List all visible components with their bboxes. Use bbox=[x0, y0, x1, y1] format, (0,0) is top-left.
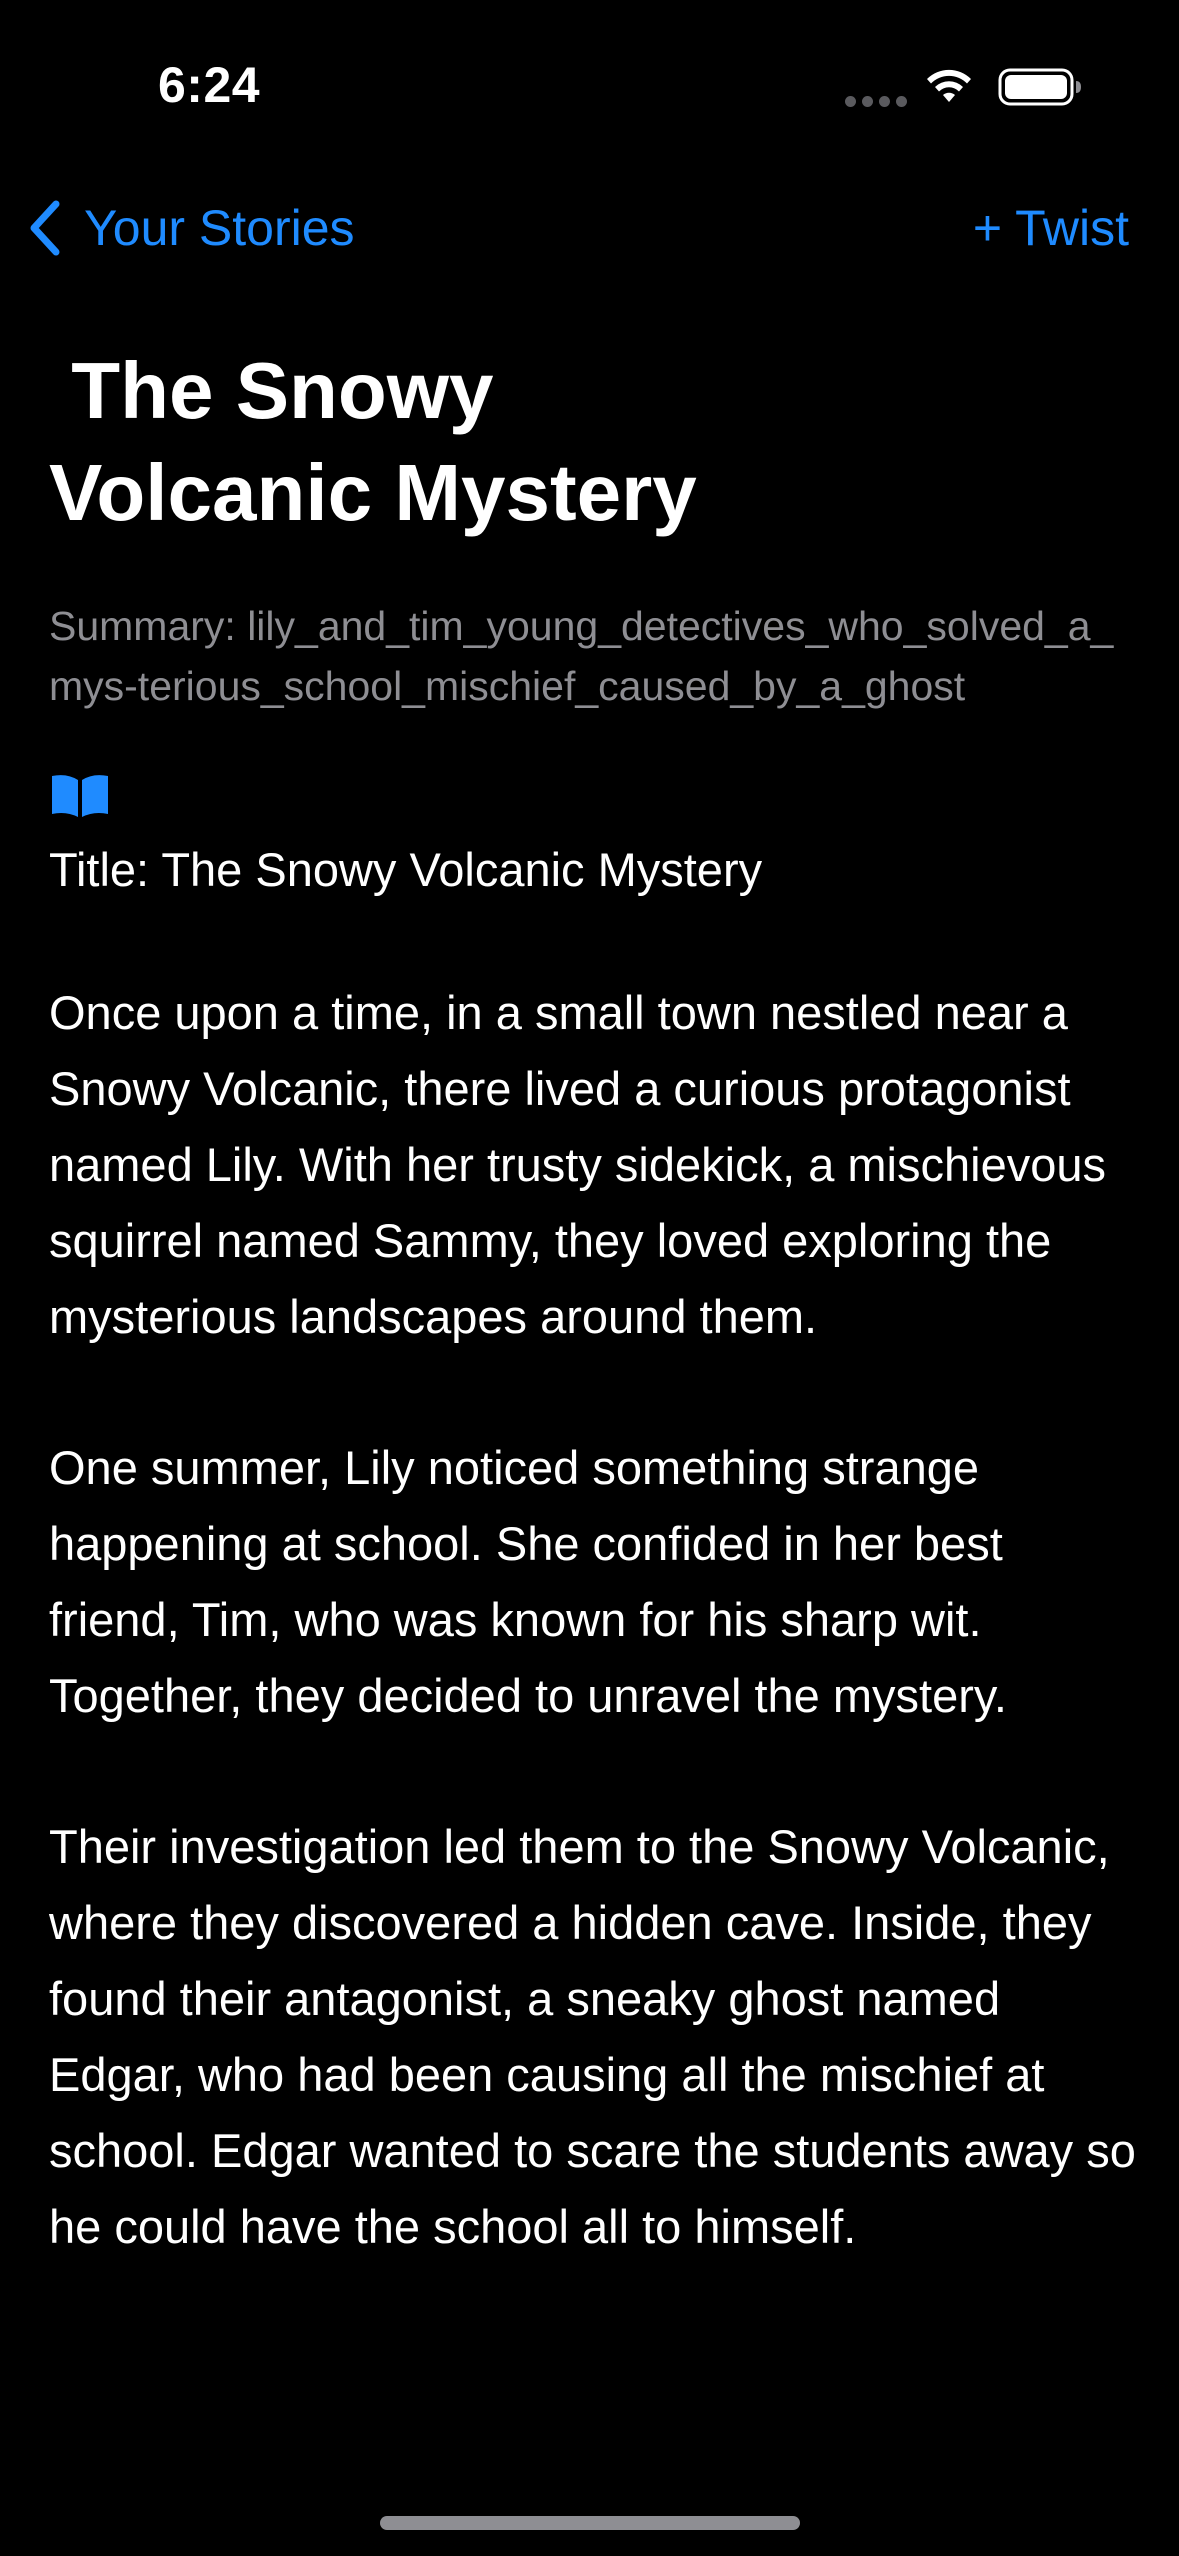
story-title-line: Title: The Snowy Volcanic Mystery bbox=[49, 843, 763, 896]
chevron-left-icon bbox=[30, 200, 60, 256]
home-indicator[interactable] bbox=[380, 2516, 800, 2530]
story-content: The Snowy Volcanic Mystery Summary: lily… bbox=[49, 340, 1139, 2265]
battery-icon bbox=[998, 68, 1081, 106]
wifi-icon bbox=[927, 69, 971, 102]
status-bar: 6:24 bbox=[0, 0, 1179, 170]
page-title: The Snowy Volcanic Mystery bbox=[49, 346, 697, 537]
back-button-label: Your Stories bbox=[84, 200, 355, 256]
story-paragraph-3: Their investigation led them to the Snow… bbox=[49, 1820, 1136, 2253]
back-button[interactable]: Your Stories bbox=[24, 190, 355, 266]
story-summary: Summary: lily_and_tim_young_detectives_w… bbox=[49, 603, 1114, 709]
add-twist-button[interactable]: + Twist bbox=[973, 190, 1129, 266]
story-paragraph-2: One summer, Lily noticed something stran… bbox=[49, 1441, 1007, 1722]
status-time: 6:24 bbox=[158, 57, 261, 113]
story-paragraph-1: Once upon a time, in a small town nestle… bbox=[49, 986, 1106, 1343]
cellular-signal-icon bbox=[845, 96, 907, 107]
book-icon bbox=[52, 775, 108, 817]
